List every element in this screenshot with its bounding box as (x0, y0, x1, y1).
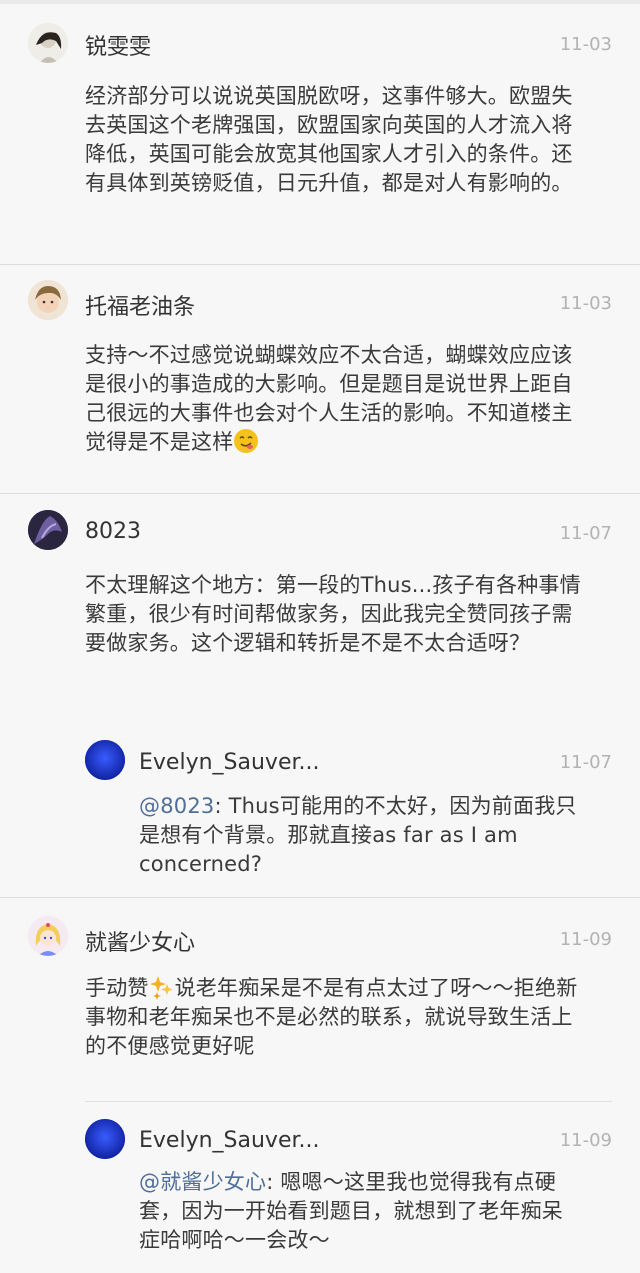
comment-date: 11-03 (559, 293, 612, 314)
reply-username[interactable]: Evelyn_Sauver... (139, 750, 319, 775)
reply-avatar[interactable] (85, 1119, 125, 1159)
username[interactable]: 8023 (85, 519, 141, 544)
reply-text: @就酱少女心: 嗯嗯～这里我也觉得我有点硬套，因为一开始看到题目，就想到了老年痴… (139, 1168, 579, 1255)
reply-date: 11-07 (559, 752, 612, 773)
comment-date: 11-03 (559, 34, 612, 55)
comment-text: 不太理解这个地方：第一段的Thus...孩子有各种事情繁重，很少有时间帮做家务，… (85, 573, 581, 655)
comment-text-content: 支持～不过感觉说蝴蝶效应不太合适，蝴蝶效应应该是很小的事造成的大影响。但是题目是… (85, 343, 573, 454)
user-avatar[interactable] (28, 280, 68, 320)
reply-date: 11-09 (559, 1130, 612, 1151)
reply-mention[interactable]: @就酱少女心 (139, 1170, 266, 1194)
reply-username[interactable]: Evelyn_Sauver... (139, 1128, 319, 1153)
comment-text: 手动赞 说老年痴呆是不是有点太过了呀～～拒绝新事物和老年痴呆也不是必然的联系，就说… (85, 974, 585, 1061)
comment-item: 托福老油条 11-03 支持～不过感觉说蝴蝶效应不太合适，蝴蝶效应应该是很小的事… (0, 265, 640, 494)
comment-text-before: 手动赞 (85, 976, 149, 1000)
user-avatar[interactable] (28, 916, 68, 956)
username[interactable]: 就酱少女心 (85, 925, 195, 957)
reply-divider (85, 1101, 612, 1102)
comment-date: 11-09 (559, 929, 612, 950)
username[interactable]: 锐雯雯 (85, 29, 151, 61)
comment-date: 11-07 (559, 523, 612, 544)
reply-avatar[interactable] (85, 740, 125, 780)
sparkle-emoji (149, 974, 175, 1000)
user-avatar[interactable] (28, 23, 68, 63)
reply-text: @8023: Thus可能用的不太好，因为前面我只是想有个背景。那就直接as f… (139, 792, 579, 879)
comment-item: 就酱少女心 11-09 手动赞 说老年痴呆是不是有点太过了呀～～拒绝新事物和老年痴… (0, 898, 640, 1273)
comment-item: 锐雯雯 11-03 经济部分可以说说英国脱欧呀，这事件够大。欧盟失去英国这个老牌… (0, 4, 640, 265)
username[interactable]: 托福老油条 (85, 289, 195, 321)
reply-mention[interactable]: @8023 (139, 794, 214, 818)
comment-item: 8023 11-07 不太理解这个地方：第一段的Thus...孩子有各种事情繁重… (0, 494, 640, 898)
comment-text: 经济部分可以说说英国脱欧呀，这事件够大。欧盟失去英国这个老牌强国，欧盟国家向英国… (85, 84, 573, 195)
user-avatar[interactable] (28, 510, 68, 550)
smiling-face-emoji (233, 428, 259, 454)
comment-text: 支持～不过感觉说蝴蝶效应不太合适，蝴蝶效应应该是很小的事造成的大影响。但是题目是… (85, 341, 585, 457)
